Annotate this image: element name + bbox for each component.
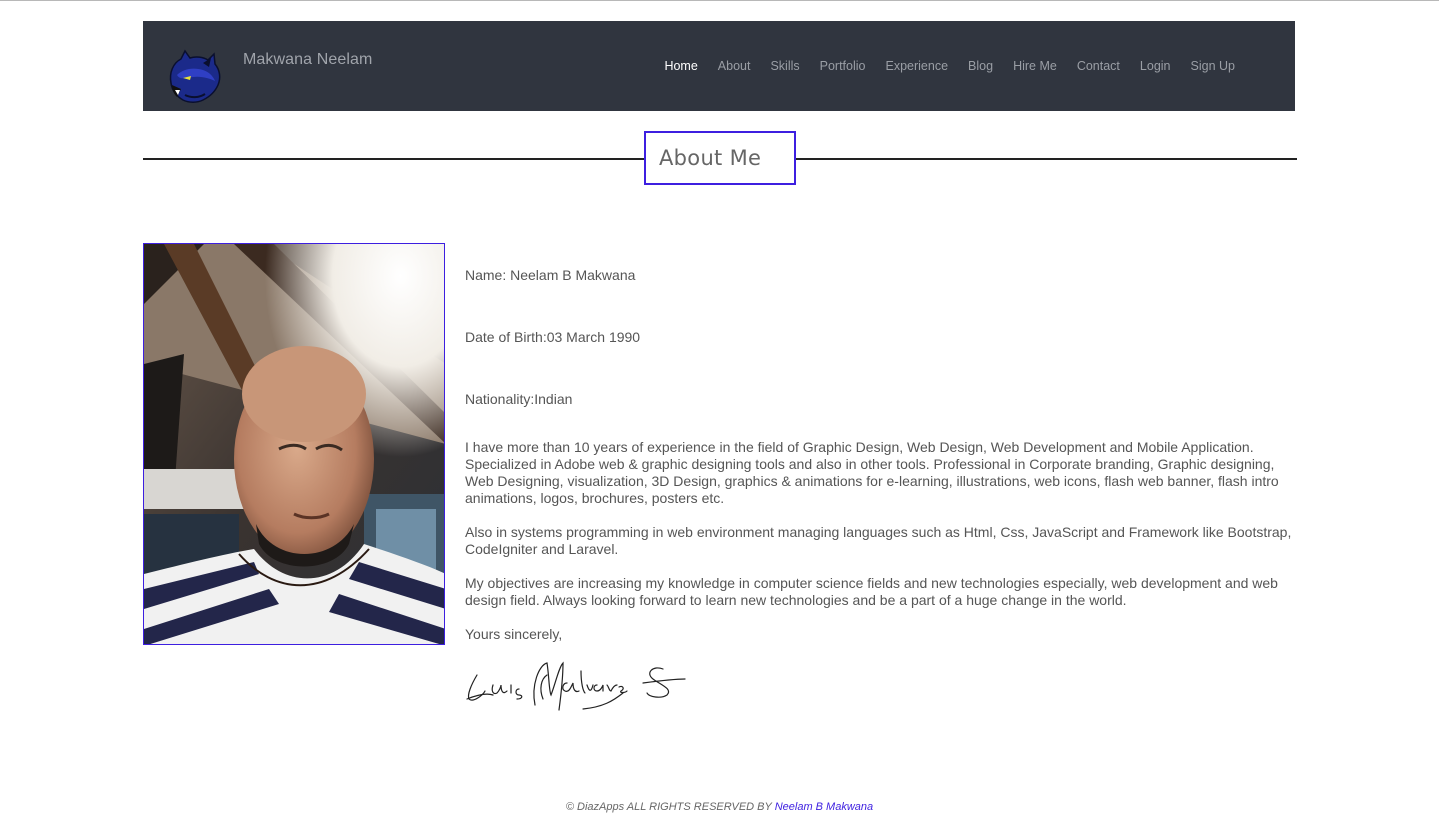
bio-paragraph-3: My objectives are increasing my knowledg… xyxy=(465,575,1278,608)
footer-copyright: © DiazApps ALL RIGHTS RESERVED BY xyxy=(565,801,775,813)
dob-field: Date of Birth:03 March 1990 xyxy=(465,329,641,345)
name-field: Name: Neelam B Makwana xyxy=(465,267,636,283)
page-title: About Me xyxy=(644,131,796,185)
nav-login-link[interactable]: Login xyxy=(1140,59,1171,73)
top-border-line xyxy=(0,0,1439,1)
nav-blog-link[interactable]: Blog xyxy=(968,59,993,73)
nav-hire-me-link[interactable]: Hire Me xyxy=(1013,59,1057,73)
brand-name[interactable]: Makwana Neelam xyxy=(243,51,372,69)
nav-experience-link[interactable]: Experience xyxy=(885,59,948,73)
section-header: About Me xyxy=(143,131,1297,185)
nav-about-link[interactable]: About xyxy=(718,59,751,73)
bio-paragraph-2: Also in systems programming in web envir… xyxy=(465,524,1292,557)
nav-contact-link[interactable]: Contact xyxy=(1077,59,1120,73)
panther-logo-icon[interactable] xyxy=(163,45,223,105)
footer: © DiazApps ALL RIGHTS RESERVED BY Neelam… xyxy=(0,801,1439,813)
profile-photo xyxy=(143,243,445,645)
closing-text: Yours sincerely, xyxy=(465,626,563,642)
nationality-field: Nationality:Indian xyxy=(465,391,573,407)
nav-portfolio-link[interactable]: Portfolio xyxy=(820,59,866,73)
signature-image xyxy=(466,661,686,711)
nav-home-link[interactable]: Home xyxy=(664,59,697,73)
nav-sign-up-link[interactable]: Sign Up xyxy=(1191,59,1235,73)
navbar: Makwana Neelam Home About Skills Portfol… xyxy=(143,21,1295,111)
footer-author-link[interactable]: Neelam B Makwana xyxy=(775,801,873,813)
bio-paragraph-1: I have more than 10 years of experience … xyxy=(465,439,1279,506)
nav-skills-link[interactable]: Skills xyxy=(770,59,799,73)
main-nav: Home About Skills Portfolio Experience B… xyxy=(644,59,1235,73)
